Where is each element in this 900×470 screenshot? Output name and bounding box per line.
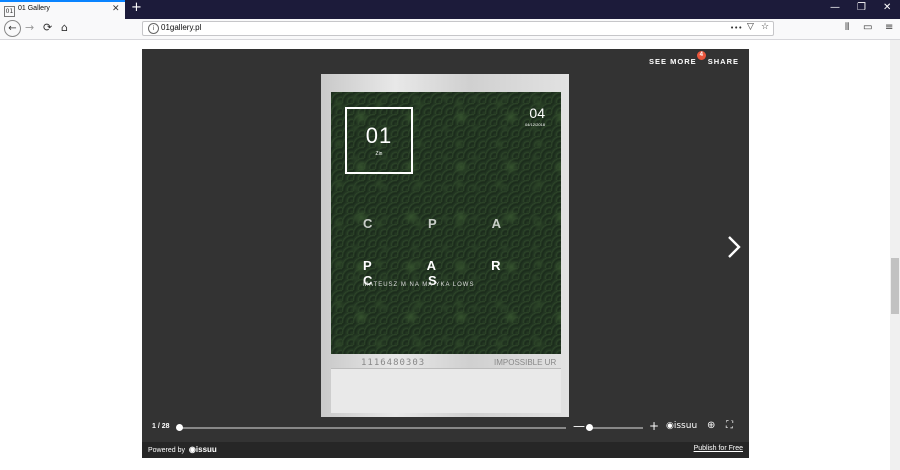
library-icon[interactable]: ⫴ [845,22,849,33]
viewer-footer: Powered by ◉issuu Publish for Free [142,442,749,458]
page-actions-icon[interactable]: ••• [730,24,742,32]
logo-subtitle: Zin [375,151,383,157]
back-arrow-icon[interactable]: ← [4,20,21,37]
restore-icon[interactable]: ❐ [857,2,866,13]
see-more-button[interactable]: SEE MORE 4 [649,51,706,66]
document-page[interactable]: 01 Zin 04 04/12/2018 C P A P A R C S MAT… [321,74,569,417]
film-brand-strip: IMPOSSIBLE UR [494,358,557,367]
issuu-footer-logo[interactable]: ◉issuu [189,445,217,454]
page-scrollbar-thumb[interactable] [891,258,899,314]
zoom-in-button[interactable]: + [649,419,659,433]
powered-by-label: Powered by [148,447,185,454]
logo-number: 01 [365,123,393,148]
issuu-logo-text: issuu [673,421,698,431]
nav-bar: ← → ⟳ ⌂ i 01gallery.pl ••• ▽ ☆ ⫴ ▭ ≡ [0,19,900,40]
fullscreen-icon[interactable]: ⛶ [726,420,733,431]
magazine-logo: 01 Zin [345,107,413,174]
viewer-top-actions: SEE MORE 4 SHARE [649,51,739,66]
menu-icon[interactable]: ≡ [885,22,893,33]
forward-arrow-icon[interactable]: → [25,21,34,34]
issuu-viewer: SEE MORE 4 SHARE 01 Zin 04 04/12/2018 C … [142,49,749,442]
close-icon[interactable]: ✕ [112,4,120,14]
site-info-icon[interactable]: i [148,23,159,34]
page-indicator: 1 / 28 [152,423,170,430]
tab-favicon-icon: 01 [4,6,15,17]
bookmark-star-icon[interactable]: ☆ [761,22,769,32]
see-more-badge: 4 [696,51,706,60]
powered-by: Powered by ◉issuu [148,445,217,454]
issuu-logo[interactable]: ◉issuu [666,421,697,431]
polaroid-bottom-strip [331,368,561,413]
publish-for-free-link[interactable]: Publish for Free [694,445,743,452]
zoom-slider-knob[interactable] [586,424,593,431]
cover-title-line1: C P A [363,216,527,231]
tab-01-gallery[interactable]: 01 01 Gallery ✕ [0,0,125,19]
issue-number: 04 [529,105,545,121]
pocket-icon[interactable]: ▽ [747,22,754,32]
sidebar-icon[interactable]: ▭ [863,22,872,33]
cover-forest-photo: 01 Zin 04 04/12/2018 C P A P A R C S MAT… [331,92,561,354]
share-button[interactable]: SHARE [708,57,739,66]
new-tab-button[interactable]: + [131,0,142,15]
reload-icon[interactable]: ⟳ [43,21,52,34]
url-bar[interactable]: i 01gallery.pl ••• ▽ ☆ [142,21,774,36]
cover-authors: MATEUSZ M NA MA YKA LOWS [363,282,475,288]
see-more-label: SEE MORE [649,57,697,66]
film-barcode: 1116480303 [361,358,426,368]
magnify-icon[interactable]: ⊕ [707,420,715,431]
home-icon[interactable]: ⌂ [61,21,68,34]
zoom-out-button[interactable]: — [573,419,585,433]
tab-bar: 01 01 Gallery ✕ + — ❐ ✕ [0,0,900,19]
page-progress-knob[interactable] [176,424,183,431]
window-close-icon[interactable]: ✕ [883,2,891,13]
url-text[interactable]: 01gallery.pl [161,23,201,32]
viewer-controls: 1 / 28 — + ◉issuu ⊕ ⛶ [142,419,749,437]
page-progress-track[interactable] [179,427,566,429]
tab-title: 01 Gallery [18,5,50,12]
page-scrollbar[interactable] [890,40,900,470]
minimize-icon[interactable]: — [830,2,840,13]
next-page-arrow-icon[interactable] [727,235,741,259]
issue-date: 04/12/2018 [524,122,545,127]
zoom-slider-track[interactable] [586,427,643,429]
issuu-footer-logo-text: issuu [195,445,217,454]
